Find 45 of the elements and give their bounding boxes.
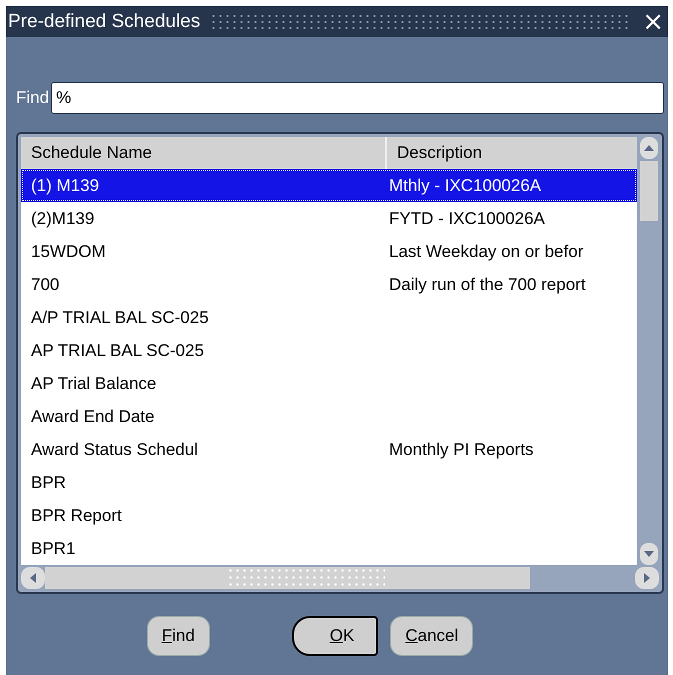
dialog-button[interactable]: Find — [146, 616, 210, 656]
table-cell-text: (2)M139 — [30, 208, 96, 228]
close-button[interactable]: × — [642, 8, 664, 34]
table-cell-text: Award End Date — [30, 406, 156, 426]
table-cell-text: AP TRIAL BAL SC-025 — [30, 340, 205, 360]
table-row[interactable]: BPR1 — [21, 532, 637, 565]
scroll-thumb[interactable] — [640, 161, 658, 221]
table-row[interactable]: 700 Daily run of the 700 report — [21, 268, 637, 301]
table-cell-text: Monthly PI Reports — [388, 440, 534, 460]
window-title: Pre-defined Schedules — [8, 10, 200, 32]
table-cell-text: AP Trial Balance — [30, 374, 158, 394]
table-row[interactable]: Award Status Schedul Monthly PI Reports — [21, 433, 637, 466]
dialog-button[interactable]: Cancel — [390, 616, 474, 656]
table-cell-text: A/P TRIAL BAL SC-025 — [30, 308, 210, 328]
table-cell-text: 15WDOM — [30, 242, 107, 262]
table-cell-text: FYTD - IXC100026A — [388, 208, 545, 228]
find-field[interactable]: % — [51, 82, 664, 114]
table-cell-text: Last Weekday on or befor — [388, 242, 584, 262]
table-row[interactable]: Award End Date — [21, 400, 637, 433]
table-cell-text: BPR Report — [30, 506, 123, 526]
find-label: Find — [16, 88, 50, 108]
scroll-down-icon[interactable] — [640, 543, 658, 565]
table-row[interactable]: A/P TRIAL BAL SC-025 — [21, 301, 637, 334]
table-cell-text: Mthly - IXC100026A — [388, 176, 542, 196]
vertical-scrollbar[interactable] — [639, 137, 659, 565]
horizontal-scrollbar[interactable] — [21, 567, 659, 589]
scroll-thumb[interactable] — [45, 567, 530, 589]
scroll-up-icon[interactable] — [640, 137, 658, 159]
table-cell-text: BPR1 — [30, 538, 76, 558]
column-header[interactable]: Description — [387, 137, 482, 169]
default-button[interactable]: OK — [292, 616, 378, 656]
table-row[interactable]: (2)M139 FYTD - IXC100026A — [21, 202, 637, 235]
table-cell-text: 700 — [30, 274, 60, 294]
scroll-left-icon[interactable] — [21, 567, 45, 589]
table-row[interactable]: BPR — [21, 466, 637, 499]
table-cell-text: Daily run of the 700 report — [388, 274, 586, 294]
table-cell-text: (1) M139 — [30, 176, 100, 196]
table-row[interactable]: BPR Report — [21, 499, 637, 532]
scroll-right-icon[interactable] — [635, 567, 659, 589]
table-row[interactable]: AP TRIAL BAL SC-025 — [21, 334, 637, 367]
table-cell-text: BPR — [30, 472, 67, 492]
table-cell-text: Award Status Schedul — [30, 440, 199, 460]
table-row[interactable]: 15WDOM Last Weekday on or befor — [21, 235, 637, 268]
table-row[interactable]: AP Trial Balance — [21, 367, 637, 400]
table-row[interactable]: (1) M139 Mthly - IXC100026A — [21, 169, 637, 202]
